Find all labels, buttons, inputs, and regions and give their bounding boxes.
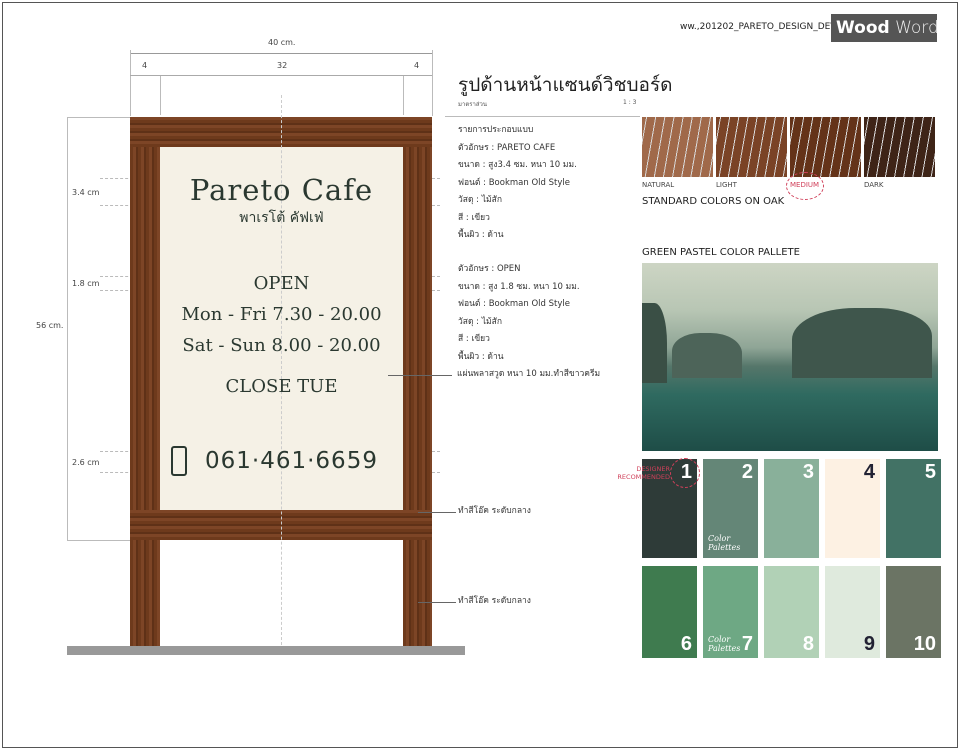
spec-line: สี : เขียว bbox=[458, 334, 490, 344]
oak-swatch-light[interactable] bbox=[716, 117, 787, 177]
spec-line: ตัวอักษร : OPEN bbox=[458, 264, 521, 274]
dim-tick bbox=[160, 75, 161, 115]
swatch-number: 7 bbox=[741, 633, 753, 655]
dim-tick bbox=[432, 50, 433, 116]
ground bbox=[67, 646, 465, 655]
sign-title-thai: พาเรโต้ คัฟเฟ่ bbox=[239, 210, 324, 226]
swatch-number: 8 bbox=[802, 633, 814, 655]
spec-line: ตัวอักษร : PARETO CAFE bbox=[458, 142, 556, 153]
spec-line: รายการประกอบแบบ bbox=[458, 125, 534, 135]
dim-phone-height: 2.6 cm bbox=[72, 458, 100, 467]
scale-label: มาตราส่วน bbox=[458, 101, 487, 108]
recommended-circle bbox=[670, 458, 700, 488]
sign-weekday: Mon - Fri 7.30 - 20.00 bbox=[181, 304, 382, 325]
spec-line: วัสดุ : ไม้สัก bbox=[458, 195, 502, 205]
palette-swatch-2[interactable]: 2 Color Palettes bbox=[703, 459, 758, 558]
spec-line: พื้นผิว : ด้าน bbox=[458, 230, 504, 240]
divider bbox=[445, 116, 640, 117]
spec-line: ฟอนต์ : Bookman Old Style bbox=[458, 299, 570, 309]
scale-value: 1 : 3 bbox=[623, 99, 637, 106]
spec-line: พื้นผิว : ด้าน bbox=[458, 351, 504, 362]
right-leg bbox=[403, 117, 432, 648]
spec-line: วัสดุ : ไม้สัก bbox=[458, 316, 502, 327]
dim-title-height: 3.4 cm bbox=[72, 188, 100, 197]
oak-title: STANDARD COLORS ON OAK bbox=[642, 196, 785, 207]
swatch-number: 5 bbox=[924, 461, 936, 483]
leader-line bbox=[418, 602, 456, 603]
swatch-number: 3 bbox=[802, 461, 814, 483]
oak-label: DARK bbox=[864, 181, 884, 189]
spec-group-open: ตัวอักษร : OPEN ขนาด : สูง 1.8 ซม. หนา 10… bbox=[458, 261, 580, 366]
color-palettes-watermark: Color Palettes bbox=[708, 635, 741, 653]
palette-swatch-3[interactable]: 3 bbox=[764, 459, 819, 558]
sign-phone: 061·461·6659 bbox=[205, 448, 378, 474]
brand-light: Word bbox=[895, 18, 939, 38]
dim-line bbox=[130, 75, 432, 76]
height-guide bbox=[67, 117, 130, 541]
board-note: แผ่นพลาสวูด หนา 10 มม.ทำสีขาวครีม bbox=[457, 369, 601, 379]
phone-icon bbox=[171, 446, 187, 476]
swatch-number: 4 bbox=[863, 461, 875, 483]
dim-center: 32 bbox=[277, 61, 288, 70]
spec-line: ขนาด : สูง 1.8 ซม. หนา 10 มม. bbox=[458, 281, 580, 292]
dim-tick bbox=[403, 75, 404, 115]
sign-closed: CLOSE TUE bbox=[225, 376, 338, 397]
spec-title: รูปด้านหน้าแซนด์วิชบอร์ด bbox=[458, 74, 673, 96]
oak-label: NATURAL bbox=[642, 181, 675, 189]
spec-group-title: รายการประกอบแบบตัวอักษร : PARETO CAFE ขนา… bbox=[458, 122, 577, 245]
swatch-number: 10 bbox=[913, 633, 936, 655]
palette-swatch-9[interactable]: 9 bbox=[825, 566, 880, 658]
frame-note: ทำสีโอ๊ค ระดับกลาง bbox=[458, 506, 531, 516]
palette-swatch-6[interactable]: 6 bbox=[642, 566, 697, 658]
oak-swatch-natural[interactable] bbox=[642, 117, 713, 177]
leader-line bbox=[388, 375, 452, 376]
landscape-photo bbox=[642, 263, 938, 451]
brand-bold: Wood bbox=[836, 18, 890, 38]
sign-open: OPEN bbox=[253, 273, 310, 294]
swatch-number: 2 bbox=[741, 461, 753, 483]
palette-title: GREEN PASTEL COLOR PALLETE bbox=[642, 247, 800, 258]
left-leg bbox=[130, 117, 160, 648]
dim-line bbox=[130, 53, 432, 54]
spec-line: ขนาด : สูง3.4 ซม. หนา 10 มม. bbox=[458, 160, 577, 170]
sign-title: Pareto Cafe bbox=[189, 173, 374, 207]
oak-label: LIGHT bbox=[716, 181, 737, 189]
palette-swatch-5[interactable]: 5 bbox=[886, 459, 941, 558]
dim-tick bbox=[130, 50, 131, 116]
palette-swatch-8[interactable]: 8 bbox=[764, 566, 819, 658]
palette-swatch-7[interactable]: 7 Color Palettes bbox=[703, 566, 758, 658]
oak-swatch-dark[interactable] bbox=[864, 117, 935, 177]
palette-swatch-4[interactable]: 4 bbox=[825, 459, 880, 558]
swatch-number: 9 bbox=[863, 633, 875, 655]
swatch-number: 6 bbox=[680, 633, 692, 655]
spec-line: ฟอนต์ : Bookman Old Style bbox=[458, 177, 570, 188]
dim-width-total: 40 cm. bbox=[268, 38, 296, 47]
leader-line bbox=[418, 512, 456, 513]
color-palettes-watermark: Color Palettes bbox=[708, 534, 741, 552]
sign-weekend: Sat - Sun 8.00 - 20.00 bbox=[182, 335, 381, 356]
dim-right: 4 bbox=[414, 61, 420, 70]
selected-circle bbox=[786, 172, 824, 200]
designer-recommended-label: DESIGNER RECOMMENDED bbox=[617, 465, 670, 481]
dim-height-total: 56 cm. bbox=[36, 321, 64, 330]
oak-swatch-medium[interactable] bbox=[790, 117, 861, 177]
file-code: ww.,201202_PARETO_DESIGN_DEV1 bbox=[680, 22, 843, 32]
brand-logo: Wood Word bbox=[831, 14, 939, 42]
dim-left: 4 bbox=[142, 61, 148, 70]
dim-open-height: 1.8 cm bbox=[72, 279, 100, 288]
spec-line: สี : เขียว bbox=[458, 212, 490, 223]
leg-note: ทำสีโอ๊ค ระดับกลาง bbox=[458, 596, 531, 606]
palette-swatch-10[interactable]: 10 bbox=[886, 566, 941, 658]
